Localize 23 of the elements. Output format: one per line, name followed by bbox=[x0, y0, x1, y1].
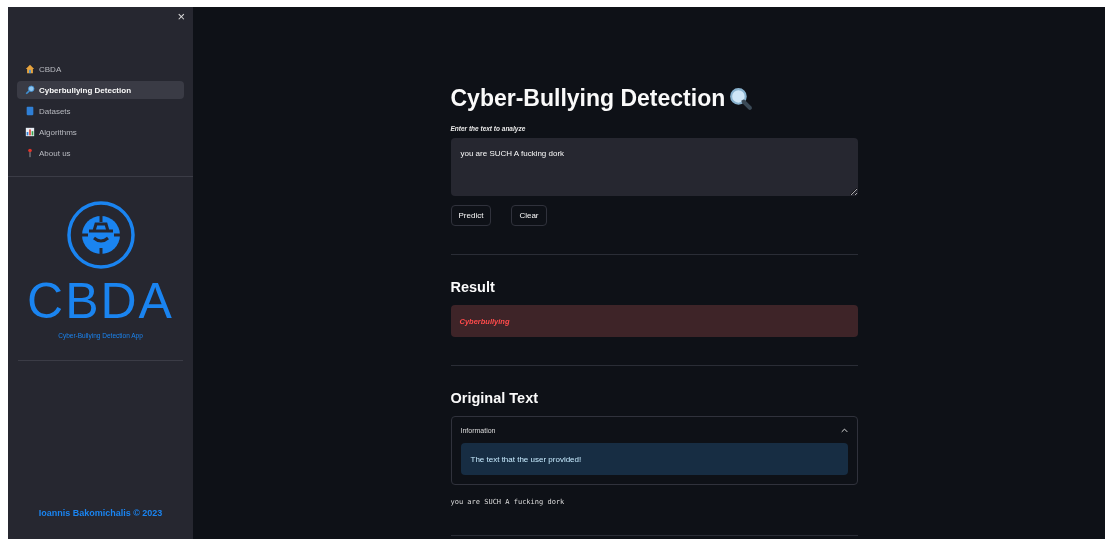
chevron-icon[interactable] bbox=[840, 427, 848, 433]
section-heading: Original Text bbox=[450, 390, 540, 406]
action-button[interactable]: Predict bbox=[450, 205, 492, 226]
section-heading: Result bbox=[450, 279, 496, 295]
book-icon bbox=[25, 106, 35, 116]
pin-icon bbox=[25, 148, 35, 158]
sidebar-item[interactable]: About us bbox=[17, 144, 184, 162]
logo-wordmark: CBDA bbox=[27, 276, 174, 326]
action-button[interactable]: Clear bbox=[511, 205, 547, 226]
magnifier-icon bbox=[25, 85, 35, 95]
author-credit: Ioannis Bakomichalis © 2023 bbox=[37, 508, 164, 518]
info-message: The text that the user provided! bbox=[460, 443, 848, 475]
sidebar-item[interactable]: Datasets bbox=[17, 102, 184, 120]
sidebar-item[interactable]: CBDA bbox=[17, 60, 184, 78]
chart-icon bbox=[25, 127, 35, 137]
sidebar-item[interactable]: Algorithms bbox=[17, 123, 184, 141]
house-icon bbox=[25, 64, 35, 74]
page-title: Cyber-Bullying Detection bbox=[450, 85, 726, 112]
sidebar-item[interactable]: Cyberbullying Detection bbox=[17, 81, 184, 99]
magnifier-icon bbox=[728, 86, 754, 111]
spy-logo-icon bbox=[65, 200, 136, 270]
close-button[interactable]: × bbox=[177, 9, 185, 24]
text-input-field[interactable]: you are SUCH A fucking dork bbox=[450, 138, 858, 196]
